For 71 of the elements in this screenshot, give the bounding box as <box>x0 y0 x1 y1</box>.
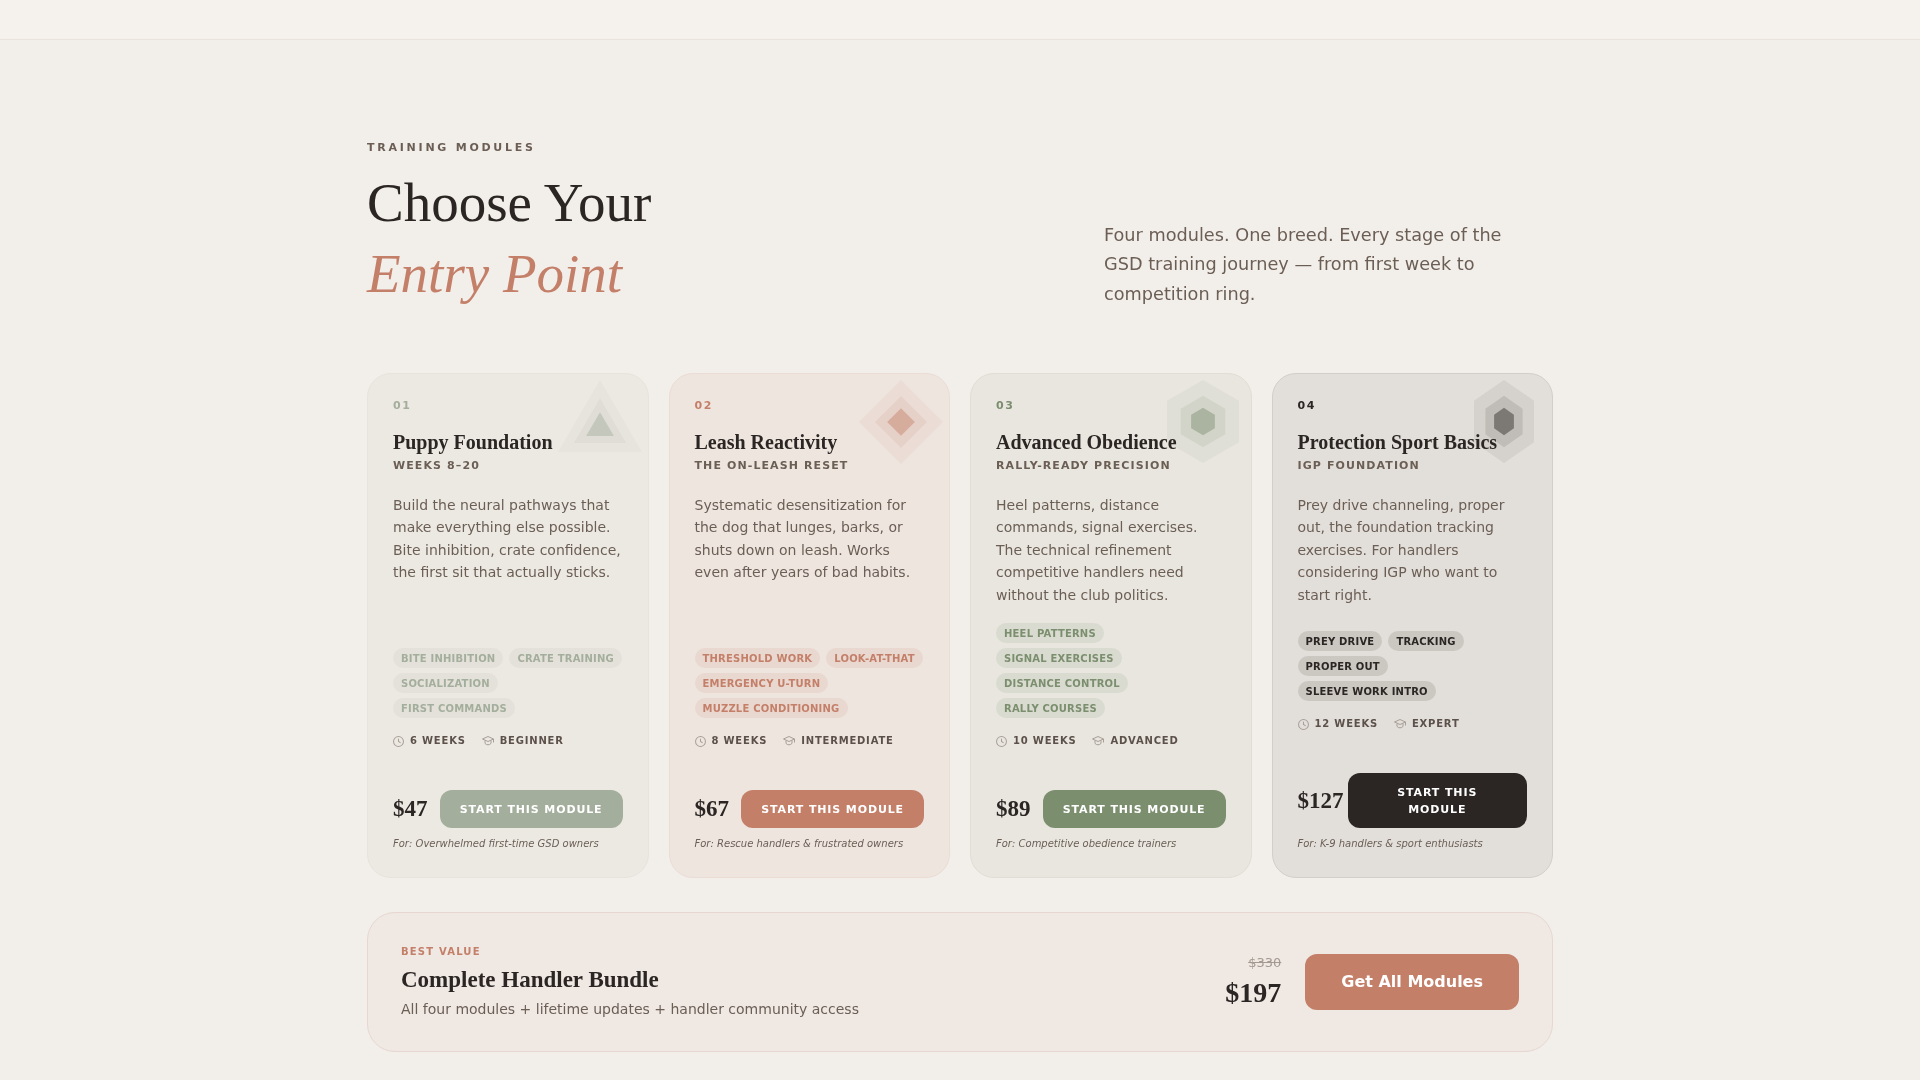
module-difficulty: INTERMEDIATE <box>801 734 894 749</box>
clock-icon <box>393 735 404 747</box>
tag: CRATE TRAINING <box>509 648 622 669</box>
tag: FIRST COMMANDS <box>393 698 515 719</box>
module-price: $47 <box>393 795 428 824</box>
tag: SOCIALIZATION <box>393 673 498 694</box>
triangle-icon <box>557 380 642 452</box>
module-difficulty: ADVANCED <box>1110 734 1179 749</box>
start-module-button[interactable]: START THIS MODULE <box>439 790 623 829</box>
bundle-title: Complete Handler Bundle <box>401 966 660 995</box>
start-module-button[interactable]: START THIS MODULE <box>1347 773 1527 829</box>
module-price: $89 <box>996 795 1031 824</box>
tag: MUZZLE CONDITIONING <box>694 698 848 719</box>
module-duration: 6 WEEKS <box>410 734 466 749</box>
tag: SLEEVE WORK INTRO <box>1297 681 1436 702</box>
module-audience: For: Competitive obedience trainers <box>996 837 1178 852</box>
section-label: TRAINING MODULES <box>367 140 537 156</box>
diamond-icon <box>859 380 943 464</box>
bundle-price: $197 <box>1225 976 1282 1011</box>
module-description: Heel patterns, distance commands, signal exercises. The technical refinement competitive handlers need without the club politics. <box>996 496 1199 605</box>
tag: PREY DRIVE <box>1297 631 1383 652</box>
module-number: 01 <box>393 398 413 414</box>
tag: EMERGENCY U-TURN <box>694 673 829 694</box>
tag: SIGNAL EXERCISES <box>996 648 1122 669</box>
bundle-label: BEST VALUE <box>401 945 482 960</box>
module-difficulty: BEGINNER <box>499 734 564 749</box>
module-audience: For: K-9 handlers & sport enthusiasts <box>1297 837 1484 852</box>
module-price: $67 <box>694 795 729 824</box>
graduation-cap-icon <box>783 736 796 747</box>
module-description: Prey drive channeling, proper out, the foundation tracking exercises. For handlers considering IGP who want to start right. <box>1297 496 1506 605</box>
module-duration: 12 WEEKS <box>1314 717 1378 732</box>
module-title: Leash Reactivity <box>694 430 839 454</box>
tag: LOOK-AT-THAT <box>826 648 923 669</box>
tag: DISTANCE CONTROL <box>996 673 1128 694</box>
page-heading: Choose Your Entry Point <box>367 171 652 306</box>
graduation-cap-icon <box>1393 719 1406 730</box>
module-description: Build the neural pathways that make everything else possible. Bite inhibition, crate confidence, the first sit that actually sticks. <box>393 496 622 583</box>
module-price: $127 <box>1297 786 1344 815</box>
graduation-cap-icon <box>481 736 494 747</box>
start-module-button[interactable]: START THIS MODULE <box>741 790 924 829</box>
module-audience: For: Overwhelmed first-time GSD owners <box>393 837 600 852</box>
tag: HEEL PATTERNS <box>996 623 1104 644</box>
tag: TRACKING <box>1388 631 1464 652</box>
module-title: Advanced Obedience <box>996 430 1178 454</box>
module-duration: 8 WEEKS <box>711 734 768 749</box>
module-subtitle: THE ON-LEASH RESET <box>694 458 850 474</box>
module-duration: 10 WEEKS <box>1013 734 1077 749</box>
clock-icon <box>996 735 1007 747</box>
module-number: 04 <box>1297 398 1318 414</box>
module-subtitle: WEEKS 8–20 <box>393 458 481 474</box>
tag: THRESHOLD WORK <box>694 648 821 669</box>
module-number: 02 <box>694 398 715 414</box>
module-title: Protection Sport Basics <box>1297 430 1499 454</box>
get-all-modules-button[interactable]: Get All Modules <box>1305 954 1519 1011</box>
tag: BITE INHIBITION <box>393 648 504 669</box>
tag: RALLY COURSES <box>996 698 1105 719</box>
graduation-cap-icon <box>1092 736 1105 747</box>
module-title: Puppy Foundation <box>393 430 554 454</box>
start-module-button[interactable]: START THIS MODULE <box>1042 790 1226 829</box>
module-subtitle: RALLY-READY PRECISION <box>996 458 1172 474</box>
module-difficulty: EXPERT <box>1411 717 1460 732</box>
clock-icon <box>694 735 706 747</box>
module-description: Systematic desensitization for the dog that lunges, barks, or shuts down on leash. Works even after years of bad habits. <box>694 496 912 583</box>
original-price: $330 <box>1248 954 1282 973</box>
bundle-description: All four modules + lifetime updates + handler community access <box>401 1000 859 1020</box>
tag: PROPER OUT <box>1297 656 1388 677</box>
module-number: 03 <box>996 398 1016 414</box>
intro-text: Four modules. One breed. Every stage of the GSD training journey — from first week to competition ring. <box>1104 223 1503 306</box>
clock-icon <box>1297 718 1309 730</box>
module-audience: For: Rescue handlers & frustrated owners <box>694 837 905 852</box>
module-subtitle: IGP FOUNDATION <box>1297 458 1421 474</box>
